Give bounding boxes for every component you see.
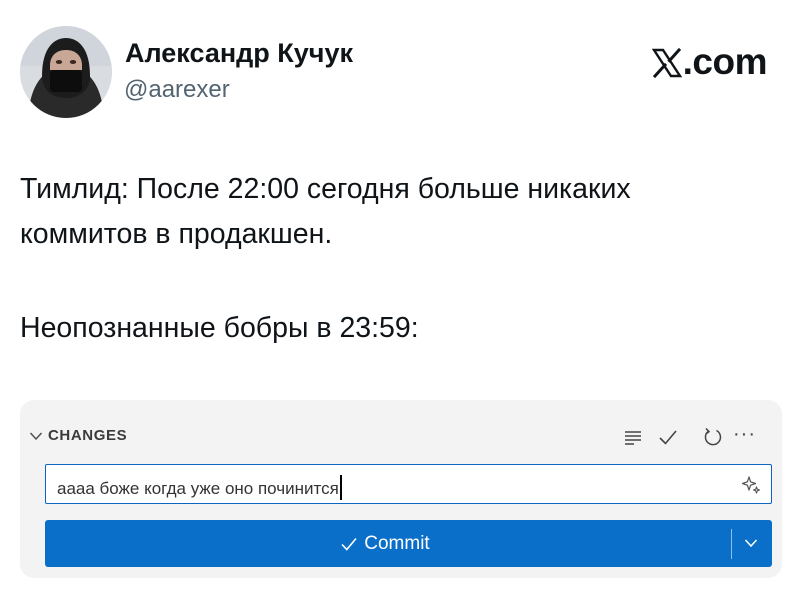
x-logo-icon — [651, 48, 682, 78]
text-cursor — [339, 475, 343, 500]
author-handle[interactable]: @aarexer — [124, 76, 230, 104]
commit-button[interactable]: Commit — [45, 520, 772, 567]
source-control-panel: CHANGES ··· аааа боже когда уже оно почи… — [20, 400, 782, 578]
refresh-icon[interactable] — [702, 426, 724, 448]
commit-options-dropdown[interactable] — [732, 520, 772, 567]
tweet-text-line: Неопознанные бобры в 23:59: — [20, 312, 419, 344]
changes-section-title: CHANGES — [48, 427, 128, 444]
tweet-text-line: коммитов в продакшен. — [20, 218, 333, 250]
commit-message-text[interactable]: аааа боже когда уже оно починится — [57, 475, 343, 500]
chevron-down-icon — [744, 539, 758, 548]
avatar-image — [20, 26, 112, 118]
changes-section-header[interactable]: CHANGES ··· — [20, 423, 782, 451]
avatar[interactable] — [20, 26, 112, 118]
commit-button-main[interactable]: Commit — [45, 520, 725, 567]
view-as-list-icon[interactable] — [622, 426, 644, 448]
site-logo: .com — [651, 41, 768, 82]
checkmark-icon — [341, 537, 357, 551]
more-actions-icon[interactable]: ··· — [733, 423, 756, 445]
commit-button-label: Commit — [364, 532, 430, 554]
tweet-text-line: Тимлид: После 22:00 сегодня больше никак… — [20, 173, 631, 205]
sparkle-icon[interactable] — [740, 474, 762, 496]
site-domain-suffix: .com — [682, 41, 768, 82]
author-name[interactable]: Александр Кучук — [125, 38, 353, 69]
commit-message-input[interactable]: аааа боже когда уже оно починится — [45, 464, 772, 504]
commit-message-value: аааа боже когда уже оно починится — [57, 479, 339, 498]
checkmark-icon[interactable] — [657, 426, 679, 448]
chevron-down-icon[interactable] — [29, 431, 43, 441]
